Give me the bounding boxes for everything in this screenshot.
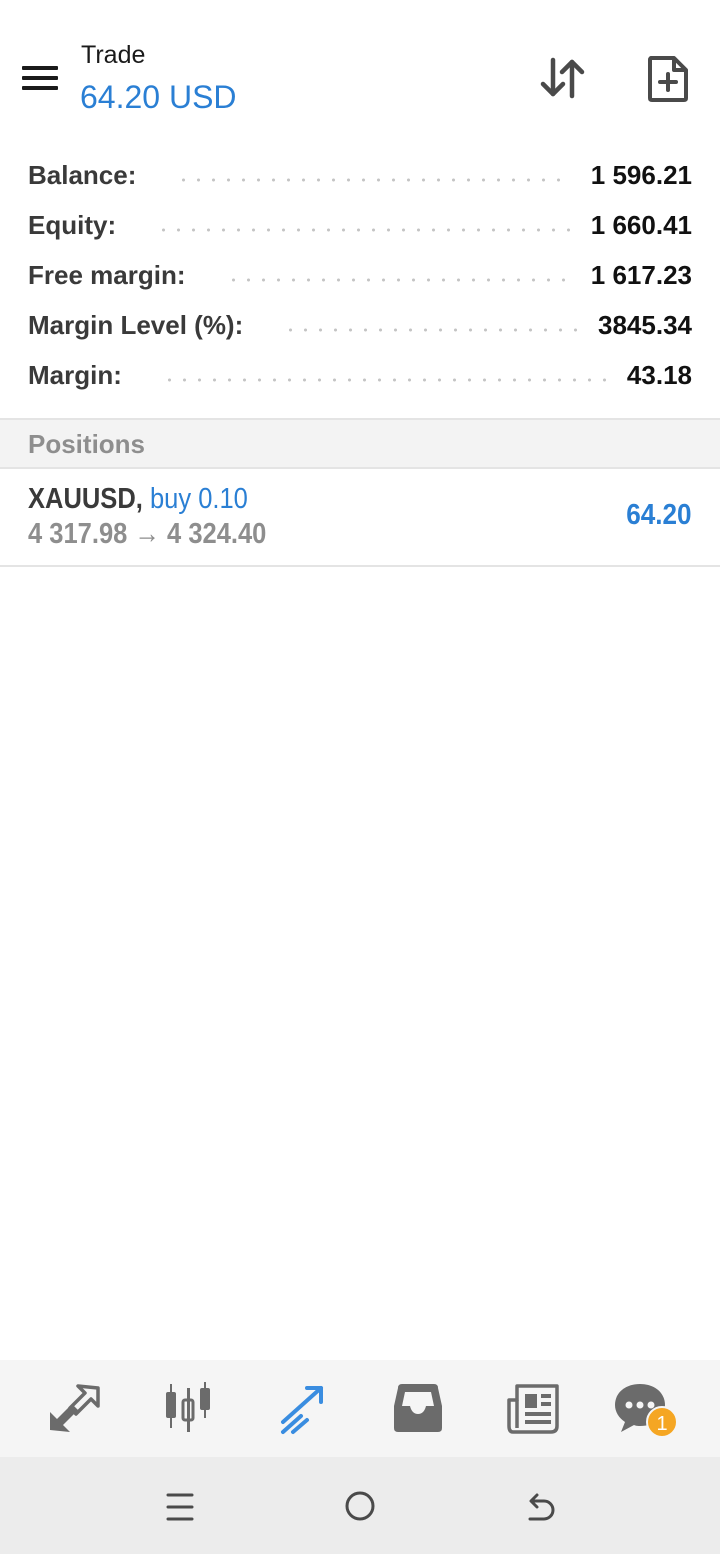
dotted-leader [283, 328, 579, 332]
dotted-leader [225, 278, 571, 282]
balance-label: Balance: [28, 159, 137, 190]
position-symbol: XAUUSD [28, 483, 136, 515]
system-navigation-bar [0, 1457, 720, 1554]
equity-label: Equity: [28, 209, 117, 240]
positions-section-header: Positions [0, 418, 720, 469]
free-margin-label: Free margin: [28, 259, 186, 290]
free-margin-value: 1 617.23 [590, 259, 692, 290]
position-profit: 64.20 [626, 499, 692, 531]
free-margin-row: Free margin: 1 617.23 [0, 250, 720, 300]
history-icon[interactable] [388, 1380, 448, 1436]
bottom-navigation: 1 [0, 1360, 720, 1457]
margin-level-value: 3845.34 [598, 309, 692, 340]
total-profit: 64.20 USD [80, 79, 237, 115]
margin-label: Margin: [28, 359, 122, 390]
news-icon[interactable] [503, 1380, 563, 1436]
position-row[interactable]: XAUUSD, buy 0.10 4 317.98 → 4 324.40 64.… [0, 469, 720, 567]
dotted-leader [161, 378, 607, 382]
account-summary: Balance: 1 596.21 Equity: 1 660.41 Free … [0, 150, 720, 400]
new-order-icon[interactable] [644, 54, 692, 104]
balance-row: Balance: 1 596.21 [0, 150, 720, 200]
positions-header-label: Positions [28, 429, 146, 459]
chat-notification-badge: 1 [646, 1406, 678, 1438]
trade-icon[interactable] [273, 1380, 333, 1436]
quotes-icon[interactable] [44, 1380, 104, 1436]
recent-apps-icon[interactable] [160, 1487, 200, 1527]
chart-icon[interactable] [158, 1380, 218, 1436]
home-icon[interactable] [340, 1487, 380, 1527]
position-title: XAUUSD, buy 0.10 [28, 483, 248, 516]
balance-value: 1 596.21 [590, 159, 692, 190]
margin-value: 43.18 [626, 359, 692, 390]
page-title: Trade [81, 41, 146, 69]
equity-value: 1 660.41 [590, 209, 692, 240]
menu-icon[interactable] [18, 58, 62, 98]
app-header: Trade 64.20 USD [0, 0, 720, 140]
margin-level-row: Margin Level (%): 3845.34 [0, 300, 720, 350]
margin-level-label: Margin Level (%): [28, 309, 244, 340]
position-prices: 4 317.98 → 4 324.40 [28, 518, 267, 550]
dotted-leader [156, 228, 571, 232]
position-type: buy 0.10 [149, 483, 248, 515]
back-icon[interactable] [520, 1487, 560, 1527]
position-separator: , [135, 483, 143, 515]
margin-row: Margin: 43.18 [0, 350, 720, 400]
dotted-leader [176, 178, 571, 182]
equity-row: Equity: 1 660.41 [0, 200, 720, 250]
chat-icon[interactable]: 1 [612, 1380, 678, 1438]
sort-arrows-icon[interactable] [538, 54, 590, 102]
